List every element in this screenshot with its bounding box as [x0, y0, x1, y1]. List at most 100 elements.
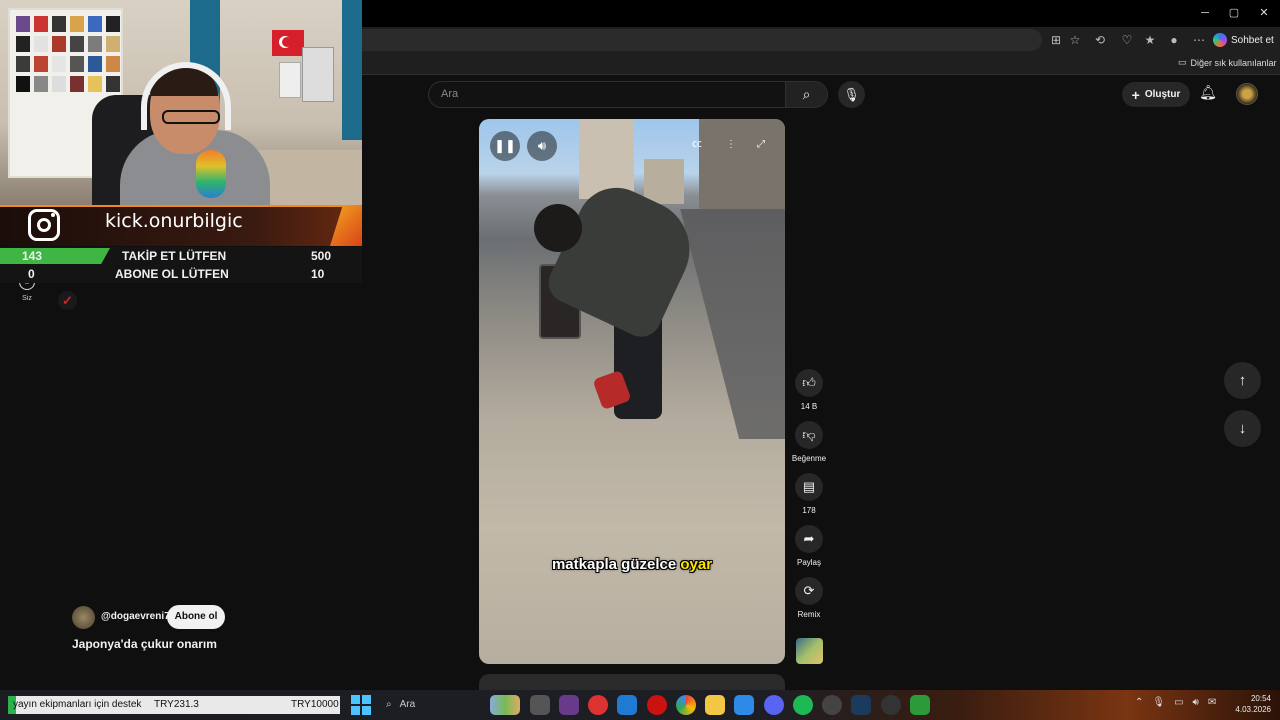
browser-profile-icon[interactable]: ● — [1165, 31, 1183, 49]
search-input[interactable]: Ara — [428, 81, 786, 108]
sub-goal-current: 0 — [28, 267, 35, 281]
audio-source-thumbnail[interactable] — [796, 638, 823, 664]
pause-button[interactable]: ❚❚ — [490, 131, 520, 161]
extensions-icon[interactable]: ⟲ — [1091, 31, 1109, 49]
comment-count: 178 — [802, 506, 816, 515]
donation-goal-current: TRY231.3 — [154, 699, 199, 710]
voice-search-button[interactable]: 🎙︎ — [838, 81, 865, 108]
flag-crescent-cut — [282, 37, 292, 47]
kick-app-icon[interactable] — [910, 695, 930, 715]
favorite-star-icon[interactable]: ☆ — [1066, 31, 1084, 49]
windows-start-icon[interactable] — [351, 695, 371, 715]
comments-button[interactable]: ▤ 178 — [790, 473, 828, 515]
avatar[interactable] — [1236, 83, 1258, 105]
spotify-icon[interactable] — [793, 695, 813, 715]
share-button[interactable]: ➦ Paylaş — [790, 525, 828, 567]
discord-icon[interactable] — [764, 695, 784, 715]
video-title[interactable]: Japonya'da çukur onarım — [72, 637, 217, 651]
you-label: Siz — [22, 295, 32, 302]
notifications-bell-icon[interactable]: 🔔︎ — [1198, 84, 1218, 104]
next-video-preview[interactable] — [479, 674, 785, 690]
kick-handle: kick.onurbilgic — [105, 210, 243, 232]
create-label: Oluştur — [1144, 89, 1181, 100]
taskbar-search[interactable]: ⌕ Ara — [380, 695, 490, 715]
video-scene-person — [534, 204, 582, 252]
channel-avatar[interactable] — [72, 606, 95, 629]
fullscreen-icon[interactable]: ⤢ — [753, 137, 769, 153]
remix-icon: ⟳ — [795, 577, 823, 605]
browser-essentials-icon[interactable]: ♡ — [1118, 31, 1136, 49]
webcam-curtain — [342, 0, 362, 140]
caption-highlight-text: oyar — [680, 556, 713, 573]
webcam-overlay — [0, 0, 362, 205]
previous-video-button[interactable]: ↑ — [1224, 362, 1261, 399]
thumbs-down-icon: 👎︎ — [795, 421, 823, 449]
video-player[interactable]: ❚❚ 🔊︎ ㏄ ⋮ ⤢ matkapla güzelce oyar — [479, 119, 785, 664]
captions-icon[interactable]: ㏄ — [689, 137, 705, 153]
taskbar-search-label: Ara — [399, 699, 416, 710]
widgets-icon[interactable] — [490, 695, 520, 715]
glasses — [162, 110, 220, 124]
steam-icon[interactable] — [851, 695, 871, 715]
share-label: Paylaş — [796, 558, 821, 567]
chrome-browser-icon[interactable] — [676, 695, 696, 715]
comment-icon: ▤ — [795, 473, 823, 501]
donation-goal-label: yayın ekipmanları için destek — [13, 699, 142, 710]
file-explorer-icon[interactable] — [705, 695, 725, 715]
obs-icon[interactable] — [881, 695, 901, 715]
video-scene-building — [579, 119, 634, 199]
display-icon[interactable]: ▭ — [1174, 697, 1183, 708]
search-icon: ⌕ — [386, 699, 392, 710]
video-scene-building — [644, 159, 684, 204]
instagram-icon-lens — [37, 218, 51, 232]
close-window-button[interactable]: ✕ — [1254, 4, 1274, 22]
more-menu-icon[interactable]: ⋯ — [1190, 31, 1208, 49]
speaker-icon[interactable]: 🔊︎ — [1193, 697, 1199, 708]
yandex-browser-icon[interactable] — [588, 695, 608, 715]
folder-icon: ▭ — [1178, 57, 1187, 67]
arrow-up-icon: ↑ — [1238, 372, 1247, 389]
instagram-icon-dot — [51, 213, 55, 217]
remix-button[interactable]: ⟳ Remix — [790, 577, 828, 619]
video-caption: matkapla güzelce oyar — [479, 556, 785, 573]
copilot-button[interactable]: Sohbet et — [1213, 30, 1274, 50]
notification-icon[interactable]: ✉ — [1208, 697, 1216, 708]
maximize-button[interactable]: ▢ — [1224, 4, 1244, 22]
favorites-icon[interactable]: ★ — [1141, 31, 1159, 49]
address-bar[interactable] — [362, 29, 1042, 51]
follow-goal-label: TAKİP ET LÜTFEN — [122, 249, 227, 263]
search-button[interactable]: ⌕ — [786, 81, 828, 108]
opera-browser-icon[interactable] — [647, 695, 667, 715]
arrow-down-icon: ↓ — [1238, 420, 1247, 437]
dislike-button[interactable]: 👎︎ Beğenme — [790, 421, 828, 463]
follow-goal-progress — [0, 248, 110, 264]
kick-badge-icon: ✓ — [58, 291, 77, 310]
plus-icon: + — [1131, 86, 1140, 103]
wall-poster — [279, 62, 301, 98]
tray-chevron-icon[interactable]: ⌃ — [1135, 697, 1143, 708]
wall-poster — [302, 47, 334, 102]
subscribe-button[interactable]: Abone ol — [167, 605, 225, 629]
clock-time[interactable]: 20:54 — [1245, 694, 1271, 703]
microsoft-store-icon[interactable] — [734, 695, 754, 715]
app-icon[interactable] — [822, 695, 842, 715]
app-icon[interactable] — [559, 695, 579, 715]
create-button[interactable]: + Oluştur — [1122, 82, 1190, 107]
microphone-icon[interactable]: 🎙︎ — [1152, 697, 1165, 708]
like-count: 14 B — [800, 402, 818, 411]
channel-handle[interactable]: @dogaevreni7 — [101, 611, 170, 622]
like-button[interactable]: 👍︎ 14 B — [790, 369, 828, 411]
split-screen-icon[interactable]: ⊞ — [1047, 31, 1065, 49]
clock-date[interactable]: 4.03.2026 — [1227, 705, 1271, 714]
next-video-button[interactable]: ↓ — [1224, 410, 1261, 447]
bookmark-folder-label: Diğer sık kullanılanlar — [1190, 57, 1277, 68]
more-options-icon[interactable]: ⋮ — [723, 137, 739, 153]
minimize-button[interactable]: ─ — [1195, 4, 1215, 22]
bookmark-folder[interactable]: ▭ Diğer sık kullanılanlar — [1178, 57, 1277, 68]
dislike-label: Beğenme — [791, 454, 827, 463]
thumbs-up-icon: 👍︎ — [795, 369, 823, 397]
edge-browser-icon[interactable] — [617, 695, 637, 715]
sub-goal-label: ABONE OL LÜTFEN — [115, 267, 229, 281]
volume-button[interactable]: 🔊︎ — [527, 131, 557, 161]
task-view-icon[interactable] — [530, 695, 550, 715]
